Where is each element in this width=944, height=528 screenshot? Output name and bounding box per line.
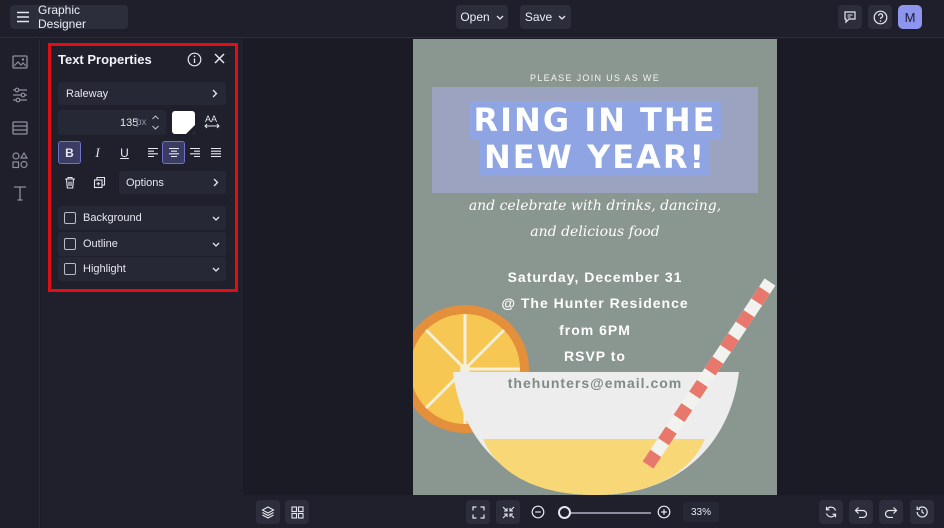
chevron-right-icon [213, 178, 219, 187]
zoom-slider-handle[interactable] [558, 506, 571, 519]
redo-icon [884, 506, 898, 518]
layers-button[interactable] [256, 500, 280, 524]
grid-icon [290, 505, 304, 519]
panel-title: Text Properties [58, 52, 152, 67]
open-button[interactable]: Open [456, 5, 508, 29]
zoom-level[interactable]: 33% [683, 502, 719, 522]
image-icon[interactable] [11, 53, 29, 71]
avatar[interactable]: M [898, 5, 922, 29]
save-label: Save [524, 10, 553, 24]
outline-checkbox[interactable] [64, 238, 76, 250]
redo-button[interactable] [879, 500, 903, 524]
undo-button[interactable] [849, 500, 873, 524]
background-checkbox[interactable] [64, 212, 76, 224]
underline-button[interactable]: U [113, 141, 136, 164]
trash-icon [64, 176, 76, 189]
poster-script-line1[interactable]: and celebrate with drinks, dancing, [413, 198, 777, 214]
zoom-slider-track[interactable] [566, 512, 651, 514]
minus-circle-icon [531, 505, 545, 519]
poster-detail-location[interactable]: @ The Hunter Residence [413, 295, 777, 311]
elements-icon[interactable] [11, 151, 29, 169]
close-icon[interactable] [213, 52, 226, 65]
chevron-down-icon [212, 216, 220, 221]
poster-detail-date[interactable]: Saturday, December 31 [413, 269, 777, 285]
highlight-label: Highlight [83, 263, 126, 275]
options-label: Options [126, 176, 164, 189]
poster-title-line2[interactable]: NEW YEAR! [413, 138, 777, 176]
svg-text:AA: AA [205, 114, 217, 124]
highlight-checkbox[interactable] [64, 263, 76, 275]
poster-email[interactable]: thehunters@email.com [413, 375, 777, 391]
open-label: Open [460, 10, 490, 24]
background-section[interactable]: Background [58, 206, 226, 230]
chevron-down-icon [212, 242, 220, 247]
font-size-input[interactable]: 135 px [58, 110, 166, 135]
poster-title-line1[interactable]: RING IN THE [413, 101, 777, 139]
duplicate-icon [93, 176, 106, 189]
align-center-button[interactable] [162, 141, 185, 164]
help-button[interactable] [868, 5, 892, 29]
top-bar: Graphic Designer Open Save M [0, 0, 944, 38]
text-case-icon[interactable]: AA [204, 113, 220, 130]
save-button[interactable]: Save [520, 5, 571, 29]
punch [483, 439, 705, 495]
chevron-right-icon [212, 89, 218, 98]
outline-section[interactable]: Outline [58, 232, 226, 256]
layout-icon[interactable] [11, 119, 29, 137]
poster-intro: PLEASE JOIN US AS WE [529, 73, 661, 83]
comments-button[interactable] [838, 5, 862, 29]
tool-rail [0, 39, 40, 528]
background-label: Background [83, 212, 142, 224]
layers-icon [261, 505, 275, 519]
undo-icon [854, 506, 868, 518]
canvas-area: PLEASE JOIN US AS WE RING IN THE NEW YEA… [243, 39, 944, 495]
chevron-down-icon [212, 267, 220, 272]
italic-button[interactable]: I [86, 141, 109, 164]
collapse-icon [502, 506, 515, 519]
poster[interactable]: PLEASE JOIN US AS WE RING IN THE NEW YEA… [413, 39, 777, 495]
chevron-down-icon [496, 15, 504, 20]
comment-icon [843, 10, 857, 24]
options-button[interactable]: Options [119, 171, 226, 194]
refresh-icon [824, 505, 838, 519]
history-icon [915, 505, 929, 519]
grid-view-button[interactable] [285, 500, 309, 524]
refresh-button[interactable] [819, 500, 843, 524]
highlight-section[interactable]: Highlight [58, 257, 226, 281]
text-tool-icon[interactable] [11, 184, 29, 202]
expand-icon [471, 505, 485, 519]
hamburger-icon [16, 11, 30, 23]
align-justify-button[interactable] [204, 141, 227, 164]
font-size-unit: px [136, 117, 147, 128]
align-left-button[interactable] [141, 141, 164, 164]
chevron-down-icon [558, 15, 566, 20]
poster-detail-time[interactable]: from 6PM [413, 322, 777, 338]
fit-to-screen-button[interactable] [466, 500, 490, 524]
duplicate-button[interactable] [88, 171, 111, 194]
adjustments-icon[interactable] [11, 86, 29, 104]
delete-button[interactable] [58, 171, 81, 194]
zoom-out-button[interactable] [526, 500, 550, 524]
help-icon [873, 10, 888, 25]
bold-button[interactable]: B [58, 141, 81, 164]
size-stepper-icon[interactable] [151, 112, 160, 133]
actual-size-button[interactable] [496, 500, 520, 524]
poster-detail-rsvp[interactable]: RSVP to [413, 348, 777, 364]
app-title: Graphic Designer [38, 3, 87, 31]
bottom-bar: 33% [243, 495, 944, 528]
font-selector[interactable]: Raleway [58, 82, 226, 105]
history-button[interactable] [910, 500, 934, 524]
font-name: Raleway [66, 87, 109, 100]
text-properties-panel: Text Properties Raleway 135 px AA B I U [41, 39, 243, 528]
plus-circle-icon [657, 505, 671, 519]
info-icon[interactable] [187, 52, 202, 67]
poster-script-line2[interactable]: and delicious food [413, 224, 777, 240]
zoom-in-button[interactable] [652, 500, 676, 524]
outline-label: Outline [83, 238, 118, 250]
app-menu-button[interactable]: Graphic Designer [10, 3, 128, 31]
text-color-swatch[interactable] [172, 111, 195, 134]
align-right-button[interactable] [183, 141, 206, 164]
